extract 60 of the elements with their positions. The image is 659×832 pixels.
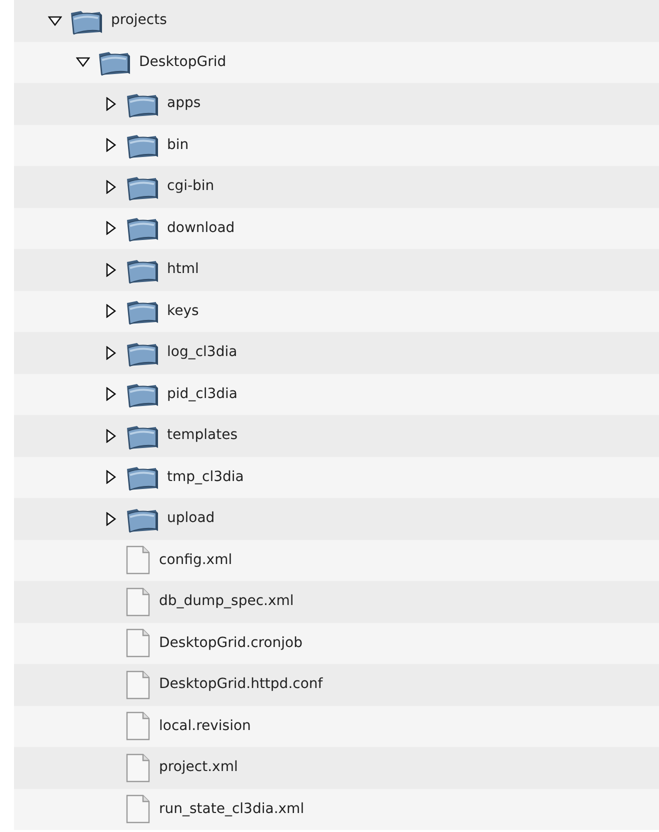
tree-row[interactable]: log_cl3dia xyxy=(14,332,659,374)
item-label: keys xyxy=(167,302,199,321)
expand-triangle-icon[interactable] xyxy=(106,512,116,526)
tree-row[interactable]: html xyxy=(14,249,659,290)
collapse-triangle-icon[interactable] xyxy=(76,57,90,68)
tree-row[interactable]: download xyxy=(14,208,659,249)
item-label: DesktopGrid xyxy=(139,52,226,72)
file-icon xyxy=(125,586,151,617)
expand-triangle-icon[interactable] xyxy=(106,387,116,402)
tree-row[interactable]: config.xml xyxy=(14,540,659,581)
file-icon xyxy=(125,752,151,783)
file-icon xyxy=(125,711,151,742)
item-label: local.revision xyxy=(159,716,251,736)
tree-row[interactable]: projects xyxy=(14,0,659,42)
item-label: config.xml xyxy=(159,550,232,570)
expand-triangle-icon[interactable] xyxy=(106,138,116,152)
tree-row[interactable]: bin xyxy=(14,124,659,166)
expand-triangle-icon[interactable] xyxy=(106,428,116,443)
tree-row[interactable]: pid_cl3dia xyxy=(14,374,659,415)
expand-triangle-icon[interactable] xyxy=(106,96,116,111)
item-label: download xyxy=(167,218,235,238)
item-label: html xyxy=(167,260,199,280)
collapse-triangle-icon[interactable] xyxy=(48,16,62,26)
expand-triangle-icon[interactable] xyxy=(106,304,116,318)
item-label: cgi-bin xyxy=(167,177,214,196)
tree-row[interactable]: tmp_cl3dia xyxy=(14,456,659,498)
file-icon xyxy=(125,670,151,700)
item-label: DesktopGrid.httpd.conf xyxy=(159,675,323,694)
item-label: templates xyxy=(167,426,238,446)
expand-triangle-icon[interactable] xyxy=(106,221,116,236)
item-label: apps xyxy=(167,94,201,114)
expand-triangle-icon[interactable] xyxy=(106,262,116,277)
item-label: pid_cl3dia xyxy=(167,384,238,404)
expand-triangle-icon[interactable] xyxy=(106,470,116,484)
file-icon xyxy=(125,628,151,658)
item-label: upload xyxy=(167,509,215,528)
tree-row[interactable]: apps xyxy=(14,83,659,124)
item-label: run_state_cl3dia.xml xyxy=(159,800,304,819)
item-label: log_cl3dia xyxy=(167,343,238,362)
item-label: DesktopGrid.cronjob xyxy=(159,634,302,653)
file-icon xyxy=(125,545,151,576)
item-label: bin xyxy=(167,136,189,155)
tree-row[interactable]: run_state_cl3dia.xml xyxy=(14,788,659,830)
tree-row[interactable]: project.xml xyxy=(14,747,659,788)
tree-row[interactable]: cgi-bin xyxy=(14,166,659,208)
tree-row[interactable]: DesktopGrid xyxy=(14,42,659,83)
item-label: projects xyxy=(111,11,167,30)
tree-row[interactable]: DesktopGrid.cronjob xyxy=(14,622,659,664)
tree-row[interactable]: local.revision xyxy=(14,706,659,747)
tree-row[interactable]: templates xyxy=(14,415,659,456)
tree-row[interactable]: upload xyxy=(14,498,659,540)
expand-triangle-icon[interactable] xyxy=(106,346,116,360)
tree-row[interactable]: db_dump_spec.xml xyxy=(14,581,659,622)
item-label: project.xml xyxy=(159,758,238,778)
item-label: tmp_cl3dia xyxy=(167,468,244,487)
tree-row[interactable]: keys xyxy=(14,290,659,332)
item-label: db_dump_spec.xml xyxy=(159,592,294,612)
expand-triangle-icon[interactable] xyxy=(106,180,116,194)
tree-row[interactable]: DesktopGrid.httpd.conf xyxy=(14,664,659,706)
file-icon xyxy=(125,794,151,824)
